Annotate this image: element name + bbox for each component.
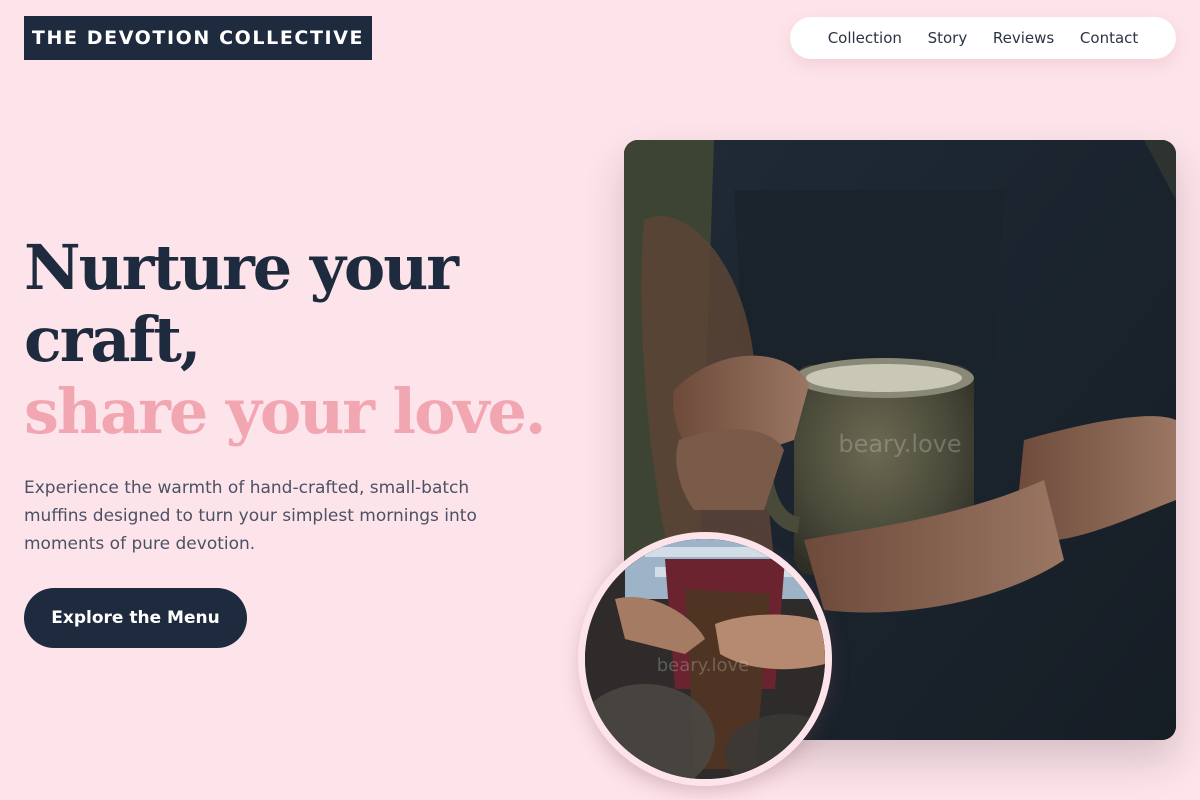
explore-menu-button[interactable]: Explore the Menu bbox=[24, 588, 247, 648]
main-nav: Collection Story Reviews Contact bbox=[790, 17, 1176, 59]
main-photo-watermark: beary.love bbox=[838, 430, 961, 458]
hero-description: Experience the warmth of hand-crafted, s… bbox=[24, 478, 477, 554]
nav-link-contact[interactable]: Contact bbox=[1080, 29, 1138, 47]
headline-accent: share your love. bbox=[24, 375, 547, 448]
craft-photo-illustration: beary.love bbox=[585, 539, 825, 779]
hero-photo-craft: beary.love bbox=[578, 532, 832, 786]
headline-line-2: craft, bbox=[24, 303, 201, 376]
round-photo-watermark: beary.love bbox=[657, 655, 749, 676]
hero-headline: Nurture your craft, share your love. bbox=[24, 232, 614, 448]
nav-link-story[interactable]: Story bbox=[928, 29, 968, 47]
headline-line-1: Nurture your bbox=[24, 231, 459, 304]
brand-logo[interactable]: THE DEVOTION COLLECTIVE bbox=[24, 16, 372, 60]
nav-link-reviews[interactable]: Reviews bbox=[993, 29, 1054, 47]
nav-link-collection[interactable]: Collection bbox=[828, 29, 902, 47]
